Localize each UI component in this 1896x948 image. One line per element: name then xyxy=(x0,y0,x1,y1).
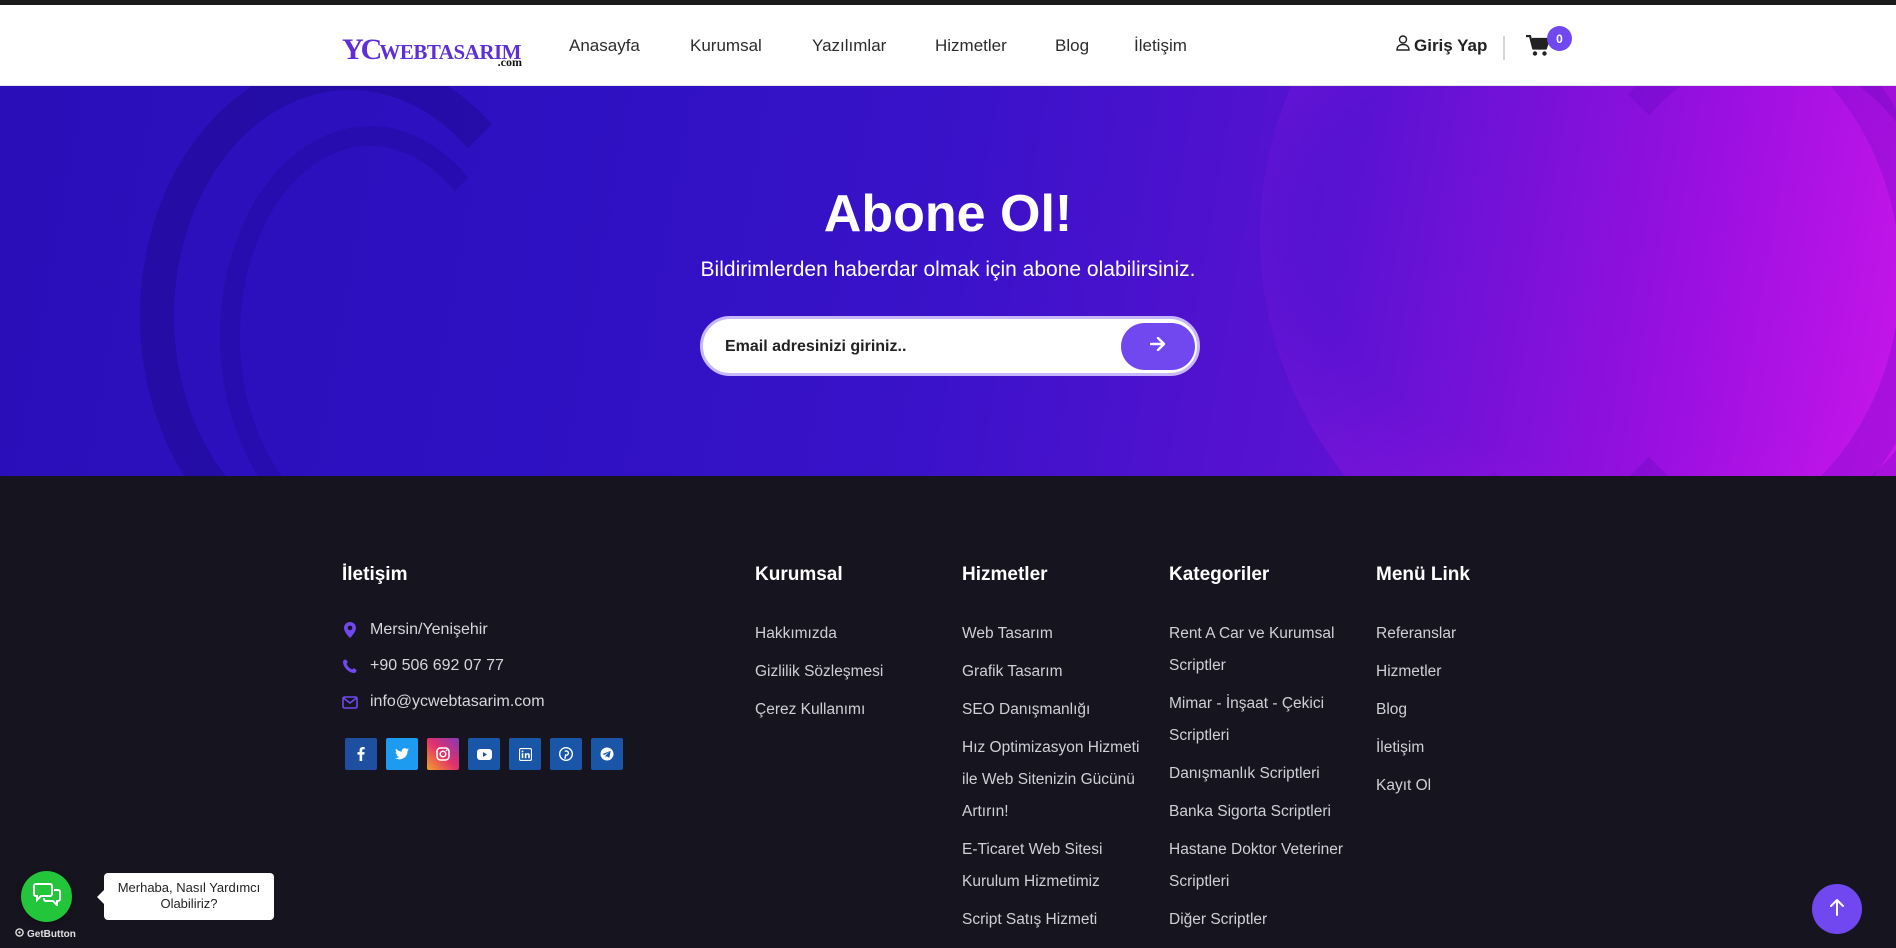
logo-domain: .com xyxy=(497,55,522,69)
footer-link-iletisim[interactable]: İletişim xyxy=(1376,732,1546,764)
footer-link-diger[interactable]: Diğer Scriptler xyxy=(1169,904,1361,936)
nav-home[interactable]: Anasayfa xyxy=(569,36,640,56)
getbutton-icon xyxy=(15,928,24,940)
phone-icon xyxy=(342,658,358,674)
footer-hizmetler-links: Web Tasarım Grafik Tasarım SEO Danışmanl… xyxy=(962,618,1154,942)
footer-kurumsal-title: Kurumsal xyxy=(755,564,843,585)
linkedin-icon[interactable] xyxy=(509,738,541,770)
address-text: Mersin/Yenişehir xyxy=(370,621,488,638)
subscribe-section: Abone Ol! Bildirimlerden haberdar olmak … xyxy=(0,86,1896,476)
footer-link-danismanlik[interactable]: Danışmanlık Scriptleri xyxy=(1169,758,1361,790)
footer-link-hizmetler[interactable]: Hizmetler xyxy=(1376,656,1546,688)
footer-link-kayit[interactable]: Kayıt Ol xyxy=(1376,770,1546,802)
subscribe-title: Abone Ol! xyxy=(823,185,1073,243)
email-input[interactable] xyxy=(725,331,1105,363)
contact-address: Mersin/Yenişehir xyxy=(342,621,488,639)
footer-link-blog[interactable]: Blog xyxy=(1376,694,1546,726)
twitter-icon[interactable] xyxy=(386,738,418,770)
getbutton-credit[interactable]: GetButton xyxy=(15,928,76,940)
footer-kurumsal-links: Hakkımızda Gizlilik Sözleşmesi Çerez Kul… xyxy=(755,618,935,732)
footer-hizmetler-title: Hizmetler xyxy=(962,564,1048,585)
login-link[interactable]: Giriş Yap xyxy=(1396,35,1487,56)
site-footer: İletişim Mersin/Yenişehir +90 506 692 07… xyxy=(0,476,1896,948)
footer-link-mimar[interactable]: Mimar - İnşaat - Çekici Scriptleri xyxy=(1169,688,1361,752)
footer-link-hiz[interactable]: Hız Optimizasyon Hizmeti ile Web Siteniz… xyxy=(962,732,1154,828)
social-links xyxy=(345,738,623,770)
instagram-icon[interactable] xyxy=(427,738,459,770)
footer-link-referanslar[interactable]: Referanslar xyxy=(1376,618,1546,650)
nav-kurumsal[interactable]: Kurumsal xyxy=(690,36,762,56)
footer-kategoriler-title: Kategoriler xyxy=(1169,564,1270,585)
footer-link-banka[interactable]: Banka Sigorta Scriptleri xyxy=(1169,796,1361,828)
footer-link-hakkimizda[interactable]: Hakkımızda xyxy=(755,618,935,650)
chat-widget-button[interactable] xyxy=(21,871,72,922)
contact-email[interactable]: info@ycwebtasarim.com xyxy=(342,693,545,711)
footer-kategoriler-links: Rent A Car ve Kurumsal Scriptler Mimar -… xyxy=(1169,618,1361,942)
email-text: info@ycwebtasarim.com xyxy=(370,693,545,710)
youtube-icon[interactable] xyxy=(468,738,500,770)
cart-count-badge: 0 xyxy=(1547,26,1572,51)
facebook-icon[interactable] xyxy=(345,738,377,770)
site-logo[interactable]: YCWEBTASARIM .com xyxy=(342,29,524,69)
phone-text: +90 506 692 07 77 xyxy=(370,657,504,674)
map-pin-icon xyxy=(342,622,358,638)
login-label: Giriş Yap xyxy=(1414,35,1488,55)
nav-blog[interactable]: Blog xyxy=(1055,36,1089,56)
nav-hizmetler[interactable]: Hizmetler xyxy=(935,36,1007,56)
footer-contact-title: İletişim xyxy=(342,564,408,585)
arrow-up-icon xyxy=(1830,898,1844,921)
subscribe-form xyxy=(700,316,1200,376)
footer-menu-title: Menü Link xyxy=(1376,564,1470,585)
logo-wordmark: YCWEBTASARIM xyxy=(342,33,521,66)
telegram-icon[interactable] xyxy=(591,738,623,770)
footer-link-rent-a-car[interactable]: Rent A Car ve Kurumsal Scriptler xyxy=(1169,618,1361,682)
footer-menu-links: Referanslar Hizmetler Blog İletişim Kayı… xyxy=(1376,618,1546,808)
footer-link-web-tasarim[interactable]: Web Tasarım xyxy=(962,618,1154,650)
footer-link-eticaret[interactable]: E-Ticaret Web Sitesi Kurulum Hizmetimiz xyxy=(962,834,1154,898)
footer-link-hastane[interactable]: Hastane Doktor Veteriner Scriptleri xyxy=(1169,834,1361,898)
footer-link-cerez[interactable]: Çerez Kullanımı xyxy=(755,694,935,726)
footer-link-script-satis[interactable]: Script Satış Hizmeti xyxy=(962,904,1154,936)
subscribe-subtitle: Bildirimlerden haberdar olmak için abone… xyxy=(700,258,1196,281)
contact-phone[interactable]: +90 506 692 07 77 xyxy=(342,657,504,675)
envelope-icon xyxy=(342,694,358,710)
footer-link-grafik[interactable]: Grafik Tasarım xyxy=(962,656,1154,688)
nav-yazilimlar[interactable]: Yazılımlar xyxy=(812,36,886,56)
footer-link-seo[interactable]: SEO Danışmanlığı xyxy=(962,694,1154,726)
scroll-to-top-button[interactable] xyxy=(1812,884,1862,934)
site-header: YCWEBTASARIM .com Anasayfa Kurumsal Yazı… xyxy=(0,0,1896,86)
chat-greeting-bubble[interactable]: Merhaba, Nasıl Yardımcı Olabiliriz? xyxy=(97,873,274,920)
arrow-right-icon xyxy=(1149,336,1166,356)
subscribe-button[interactable] xyxy=(1121,323,1195,370)
pinterest-icon[interactable] xyxy=(550,738,582,770)
footer-link-gizlilik[interactable]: Gizlilik Sözleşmesi xyxy=(755,656,935,688)
user-icon xyxy=(1396,35,1410,56)
getbutton-label: GetButton xyxy=(27,928,76,940)
header-divider xyxy=(1503,36,1505,60)
chat-bubbles-icon xyxy=(32,882,61,911)
nav-iletisim[interactable]: İletişim xyxy=(1134,36,1187,56)
